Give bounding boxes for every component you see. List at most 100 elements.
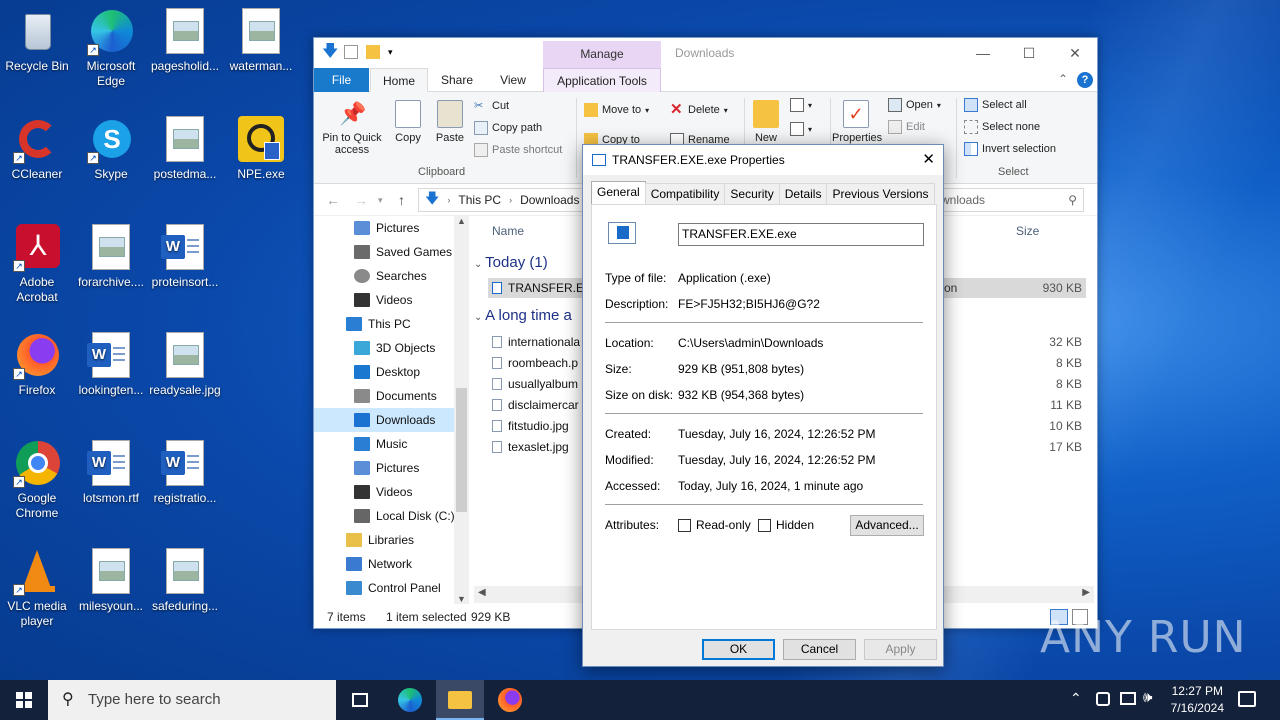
tab-general[interactable]: General: [591, 181, 646, 204]
forward-arrow-icon[interactable]: →: [354, 192, 368, 208]
select-all-button[interactable]: Select all: [964, 98, 1027, 112]
properties-check-icon[interactable]: [344, 45, 358, 59]
desktop-icon-file[interactable]: readysale.jpg: [148, 332, 222, 398]
nav-item-3d-objects[interactable]: 3D Objects: [314, 336, 469, 360]
up-arrow-icon[interactable]: ↑: [398, 192, 405, 208]
desktop-icon-firefox[interactable]: ↗ Firefox: [0, 332, 74, 398]
task-view-button[interactable]: [336, 680, 384, 720]
desktop-icon-file[interactable]: milesyoun...: [74, 548, 148, 614]
nav-item-searches[interactable]: Searches: [314, 264, 469, 288]
desktop-icon-skype[interactable]: S ↗ Skype: [74, 116, 148, 182]
desktop-icon-file[interactable]: W registratio...: [148, 440, 222, 506]
tab-file[interactable]: File: [314, 68, 369, 92]
file-row[interactable]: texaslet.jpg: [492, 437, 569, 457]
taskbar-clock[interactable]: 12:27 PM 7/16/2024: [1171, 683, 1224, 717]
nav-item-desktop[interactable]: Desktop: [314, 360, 469, 384]
hidden-checkbox[interactable]: Hidden: [758, 518, 814, 532]
desktop-icon-file[interactable]: forarchive....: [74, 224, 148, 290]
desktop-icon-chrome[interactable]: ↗ Google Chrome: [0, 440, 74, 521]
desktop-icon-vlc[interactable]: ↗ VLC media player: [0, 548, 74, 629]
nav-item-control-panel[interactable]: Control Panel: [314, 576, 469, 600]
new-folder-icon[interactable]: [366, 45, 380, 59]
tab-view[interactable]: View: [486, 68, 540, 92]
properties-dialog[interactable]: TRANSFER.EXE.exe Properties ✕ General Co…: [582, 144, 944, 667]
group-today[interactable]: ⌄ Today (1): [474, 254, 548, 271]
desktop-icon-file[interactable]: W lookingten...: [74, 332, 148, 398]
delete-button[interactable]: ✕ Delete ▾: [670, 100, 728, 120]
dialog-close-button[interactable]: ✕: [922, 150, 935, 168]
chevron-right-icon[interactable]: ▶: [1082, 587, 1090, 598]
nav-item-saved-games[interactable]: Saved Games: [314, 240, 469, 264]
copy-path-button[interactable]: Copy path: [474, 119, 542, 137]
open-button[interactable]: Open ▾: [888, 98, 941, 112]
file-row[interactable]: usuallyalbum: [492, 374, 578, 394]
nav-item-pictures[interactable]: Pictures: [314, 216, 469, 240]
nav-item-local-disk[interactable]: Local Disk (C:): [314, 504, 469, 528]
nav-scrollbar-thumb[interactable]: [456, 388, 467, 512]
maximize-button[interactable]: ☐: [1006, 38, 1052, 68]
file-row[interactable]: internationala: [492, 332, 580, 352]
taskbar-explorer[interactable]: [436, 680, 484, 720]
nav-item-pictures[interactable]: Pictures: [314, 456, 469, 480]
dialog-titlebar[interactable]: TRANSFER.EXE.exe Properties ✕: [583, 145, 943, 175]
minimize-button[interactable]: —: [960, 38, 1006, 68]
desktop-icon-file[interactable]: safeduring...: [148, 548, 222, 614]
column-header-name[interactable]: Name: [492, 224, 524, 238]
desktop-icon-npe[interactable]: NPE.exe: [224, 116, 298, 182]
breadcrumb-this-pc[interactable]: This PC: [458, 193, 501, 207]
paste-button[interactable]: Paste: [430, 100, 470, 144]
tray-device-icon[interactable]: [1096, 692, 1110, 706]
nav-item-downloads[interactable]: Downloads: [314, 408, 469, 432]
tray-chevron-up-icon[interactable]: ⌃: [1070, 690, 1082, 707]
tab-share[interactable]: Share: [430, 68, 484, 92]
taskbar-edge[interactable]: [386, 680, 434, 720]
notification-icon[interactable]: [1238, 691, 1256, 707]
taskbar-firefox[interactable]: [486, 680, 534, 720]
advanced-button[interactable]: Advanced...: [850, 515, 924, 536]
pin-quick-access-button[interactable]: 📌 Pin to Quick access: [318, 100, 386, 156]
chevron-down-icon[interactable]: ▼: [454, 594, 469, 604]
new-folder-button[interactable]: New: [748, 100, 784, 144]
copy-button[interactable]: Copy: [388, 100, 428, 144]
apply-button[interactable]: Apply: [864, 639, 937, 660]
tray-network-icon[interactable]: [1120, 692, 1136, 705]
filename-field[interactable]: TRANSFER.EXE.exe: [678, 223, 924, 246]
easy-access-button[interactable]: ▾: [790, 122, 812, 136]
readonly-checkbox[interactable]: Read-only: [678, 518, 751, 532]
file-row[interactable]: roombeach.p: [492, 353, 578, 373]
desktop-icon-file[interactable]: postedma...: [148, 116, 222, 182]
desktop-icon-file[interactable]: W lotsmon.rtf: [74, 440, 148, 506]
chevron-up-icon[interactable]: ▲: [454, 216, 469, 226]
chevron-down-icon[interactable]: ▾: [378, 195, 383, 206]
back-arrow-icon[interactable]: ←: [326, 192, 340, 208]
explorer-titlebar[interactable]: 🡇 ▾ Manage Downloads — ☐ ✕: [314, 38, 1097, 68]
start-button[interactable]: [0, 680, 48, 720]
move-to-button[interactable]: Move to ▾: [584, 100, 649, 120]
tab-details[interactable]: Details: [778, 183, 828, 204]
down-arrow-icon[interactable]: 🡇: [322, 44, 338, 60]
tray-volume-icon[interactable]: 🕪: [1143, 689, 1152, 706]
help-icon[interactable]: ?: [1077, 72, 1093, 88]
group-long-ago[interactable]: ⌄ A long time a: [474, 307, 572, 324]
nav-item-documents[interactable]: Documents: [314, 384, 469, 408]
column-header-size[interactable]: Size: [1016, 224, 1039, 238]
edit-button[interactable]: Edit: [888, 120, 925, 134]
file-row[interactable]: fitstudio.jpg: [492, 416, 569, 436]
cut-button[interactable]: ✂ Cut: [474, 97, 509, 115]
desktop-icon-ccleaner[interactable]: ↗ CCleaner: [0, 116, 74, 182]
nav-item-videos[interactable]: Videos: [314, 480, 469, 504]
chevron-up-icon[interactable]: ⌃: [1058, 72, 1068, 86]
ok-button[interactable]: OK: [702, 639, 775, 660]
tab-previous-versions[interactable]: Previous Versions: [826, 183, 935, 204]
manage-context-tab[interactable]: Manage: [543, 41, 661, 68]
desktop-icon-file[interactable]: W proteinsort...: [148, 224, 222, 290]
breadcrumb-downloads[interactable]: Downloads: [520, 193, 579, 207]
close-button[interactable]: ✕: [1052, 38, 1098, 68]
desktop-icon-file[interactable]: pagesholid...: [148, 8, 222, 74]
desktop-icon-edge[interactable]: ↗ Microsoft Edge: [74, 8, 148, 89]
desktop-icon-file[interactable]: waterman...: [224, 8, 298, 74]
nav-item-music[interactable]: Music: [314, 432, 469, 456]
tab-compatibility[interactable]: Compatibility: [644, 183, 726, 204]
tab-home[interactable]: Home: [370, 68, 428, 92]
nav-item-libraries[interactable]: Libraries: [314, 528, 469, 552]
